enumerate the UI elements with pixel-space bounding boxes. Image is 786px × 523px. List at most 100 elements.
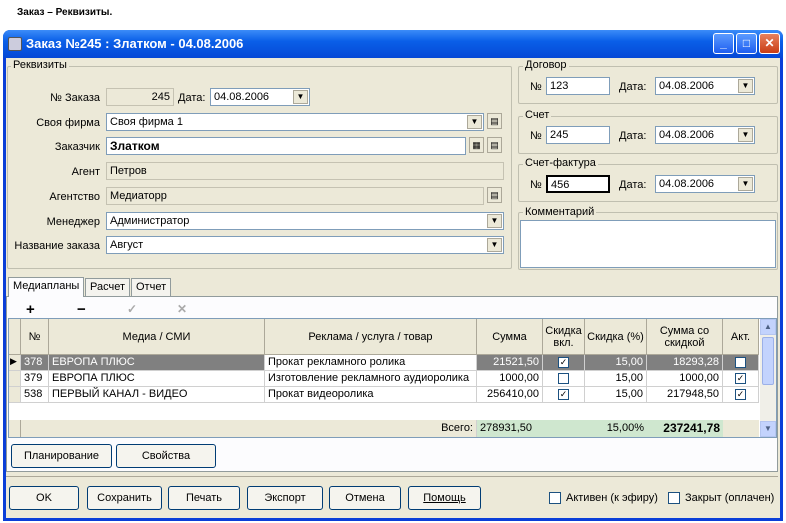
cell-disc-on[interactable]: ✓ <box>543 387 585 403</box>
list-icon[interactable]: ▤ <box>487 137 502 153</box>
header-sum[interactable]: Сумма <box>477 319 543 355</box>
planning-button[interactable]: Планирование <box>11 444 112 468</box>
order-date-label: Дата: <box>178 92 206 104</box>
discount-checkbox[interactable] <box>558 373 569 384</box>
total-sum: 278931,50 <box>477 420 543 437</box>
chevron-down-icon[interactable]: ▼ <box>738 128 753 142</box>
list-icon[interactable]: ▤ <box>487 113 502 129</box>
order-date-field[interactable]: 04.08.2006 ▼ <box>210 88 310 106</box>
cell-sum-disc: 18293,28 <box>647 355 723 371</box>
minimize-button[interactable]: _ <box>713 33 734 54</box>
act-checkbox[interactable]: ✓ <box>735 373 746 384</box>
manager-select[interactable]: Администратор ▼ <box>106 212 504 230</box>
contract-date-label: Дата: <box>619 81 647 93</box>
maximize-button[interactable]: □ <box>736 33 757 54</box>
cell-act[interactable]: ✓ <box>723 387 759 403</box>
cell-no: 378 <box>21 355 49 371</box>
table-row[interactable]: 379 ЕВРОПА ПЛЮС Изготовление рекламного … <box>9 371 759 387</box>
order-name-select[interactable]: Август ▼ <box>106 236 504 254</box>
act-checkbox[interactable] <box>735 357 746 368</box>
chevron-down-icon[interactable]: ▼ <box>487 238 502 252</box>
facture-no-field[interactable]: 456 <box>546 175 610 193</box>
window-title: Заказ №245 : Златком - 04.08.2006 <box>26 36 244 51</box>
app-icon[interactable] <box>8 37 22 51</box>
scroll-up-icon[interactable]: ▲ <box>760 319 776 335</box>
header-service[interactable]: Реклама / услуга / товар <box>265 319 477 355</box>
facture-date-field[interactable]: 04.08.2006 ▼ <box>655 175 755 193</box>
export-button[interactable]: Экспорт <box>247 486 323 510</box>
row-pointer-icon: ▶ <box>9 355 21 371</box>
cell-act[interactable] <box>723 355 759 371</box>
cell-sum: 256410,00 <box>477 387 543 403</box>
client-field[interactable]: Златком <box>106 137 466 155</box>
table-footer: Всего: 278931,50 15,00% 237241,78 <box>9 420 759 437</box>
scroll-down-icon[interactable]: ▼ <box>760 421 776 437</box>
print-button[interactable]: Печать <box>168 486 240 510</box>
header-media[interactable]: Медиа / СМИ <box>49 319 265 355</box>
cell-no: 379 <box>21 371 49 387</box>
cell-act[interactable]: ✓ <box>723 371 759 387</box>
facture-group-label: Счет-фактура <box>523 157 598 169</box>
discount-checkbox[interactable]: ✓ <box>558 357 569 368</box>
comment-textarea[interactable] <box>520 220 776 268</box>
grid-icon[interactable]: ▦ <box>469 137 484 153</box>
chevron-down-icon[interactable]: ▼ <box>738 79 753 93</box>
invoice-group-label: Счет <box>523 109 552 121</box>
cell-disc-on[interactable]: ✓ <box>543 355 585 371</box>
invoice-date-label: Дата: <box>619 130 647 142</box>
table-row[interactable]: ▶ 378 ЕВРОПА ПЛЮС Прокат рекламного роли… <box>9 355 759 371</box>
manager-label: Менеджер <box>46 216 100 228</box>
tab-calc[interactable]: Расчет <box>85 278 130 296</box>
cell-media: ПЕРВЫЙ КАНАЛ - ВИДЕО <box>49 387 265 403</box>
contract-date-field[interactable]: 04.08.2006 ▼ <box>655 77 755 95</box>
invoice-date-field[interactable]: 04.08.2006 ▼ <box>655 126 755 144</box>
total-label: Всего: <box>21 420 477 437</box>
add-icon[interactable]: + <box>26 301 35 318</box>
confirm-icon[interactable]: ✓ <box>127 302 137 316</box>
client-label: Заказчик <box>54 141 100 153</box>
table-body: ▶ 378 ЕВРОПА ПЛЮС Прокат рекламного роли… <box>9 355 759 403</box>
scroll-thumb[interactable] <box>762 337 774 385</box>
header-act[interactable]: Акт. <box>723 319 759 355</box>
tab-report[interactable]: Отчет <box>131 278 172 296</box>
tab-mediaplans[interactable]: Медиапланы <box>8 277 85 297</box>
remove-icon[interactable]: − <box>77 301 86 318</box>
cancel-button[interactable]: Отмена <box>329 486 401 510</box>
contract-no-field[interactable]: 123 <box>546 77 610 95</box>
chevron-down-icon[interactable]: ▼ <box>738 177 753 191</box>
active-checkbox[interactable] <box>549 492 561 504</box>
closed-checkbox[interactable] <box>668 492 680 504</box>
cell-media: ЕВРОПА ПЛЮС <box>49 355 265 371</box>
help-button[interactable]: Помощь <box>408 486 481 510</box>
header-no[interactable]: № <box>21 319 49 355</box>
discount-checkbox[interactable]: ✓ <box>558 389 569 400</box>
header-disc[interactable]: Скидка (%) <box>585 319 647 355</box>
header-sum-disc[interactable]: Сумма со скидкой <box>647 319 723 355</box>
save-button[interactable]: Сохранить <box>87 486 162 510</box>
agent-label: Агент <box>71 166 100 178</box>
footer-end <box>723 420 759 437</box>
chevron-down-icon[interactable]: ▼ <box>467 115 482 129</box>
chevron-down-icon[interactable]: ▼ <box>487 214 502 228</box>
firm-label: Своя фирма <box>36 117 100 129</box>
invoice-no-field[interactable]: 245 <box>546 126 610 144</box>
table-row[interactable]: 538 ПЕРВЫЙ КАНАЛ - ВИДЕО Прокат видеорол… <box>9 387 759 403</box>
close-button[interactable]: ✕ <box>759 33 780 54</box>
chevron-down-icon[interactable]: ▼ <box>293 90 308 104</box>
list-icon[interactable]: ▤ <box>487 187 502 203</box>
header-disc-on[interactable]: Скидка вкл. <box>543 319 585 355</box>
ok-button[interactable]: OK <box>9 486 79 510</box>
firm-select[interactable]: Своя фирма 1 ▼ <box>106 113 484 131</box>
cell-sum: 1000,00 <box>477 371 543 387</box>
footer-indicator <box>9 420 21 437</box>
cell-sum-disc: 1000,00 <box>647 371 723 387</box>
act-checkbox[interactable]: ✓ <box>735 389 746 400</box>
cell-disc-on[interactable] <box>543 371 585 387</box>
cancel-icon[interactable]: ✕ <box>177 302 187 316</box>
agency-field: Медиаторр <box>106 187 484 205</box>
order-no-label: № Заказа <box>50 92 100 104</box>
properties-button[interactable]: Свойства <box>116 444 216 468</box>
cell-disc: 15,00 <box>585 387 647 403</box>
cell-service: Прокат видеоролика <box>265 387 477 403</box>
order-name-label: Название заказа <box>14 240 100 252</box>
